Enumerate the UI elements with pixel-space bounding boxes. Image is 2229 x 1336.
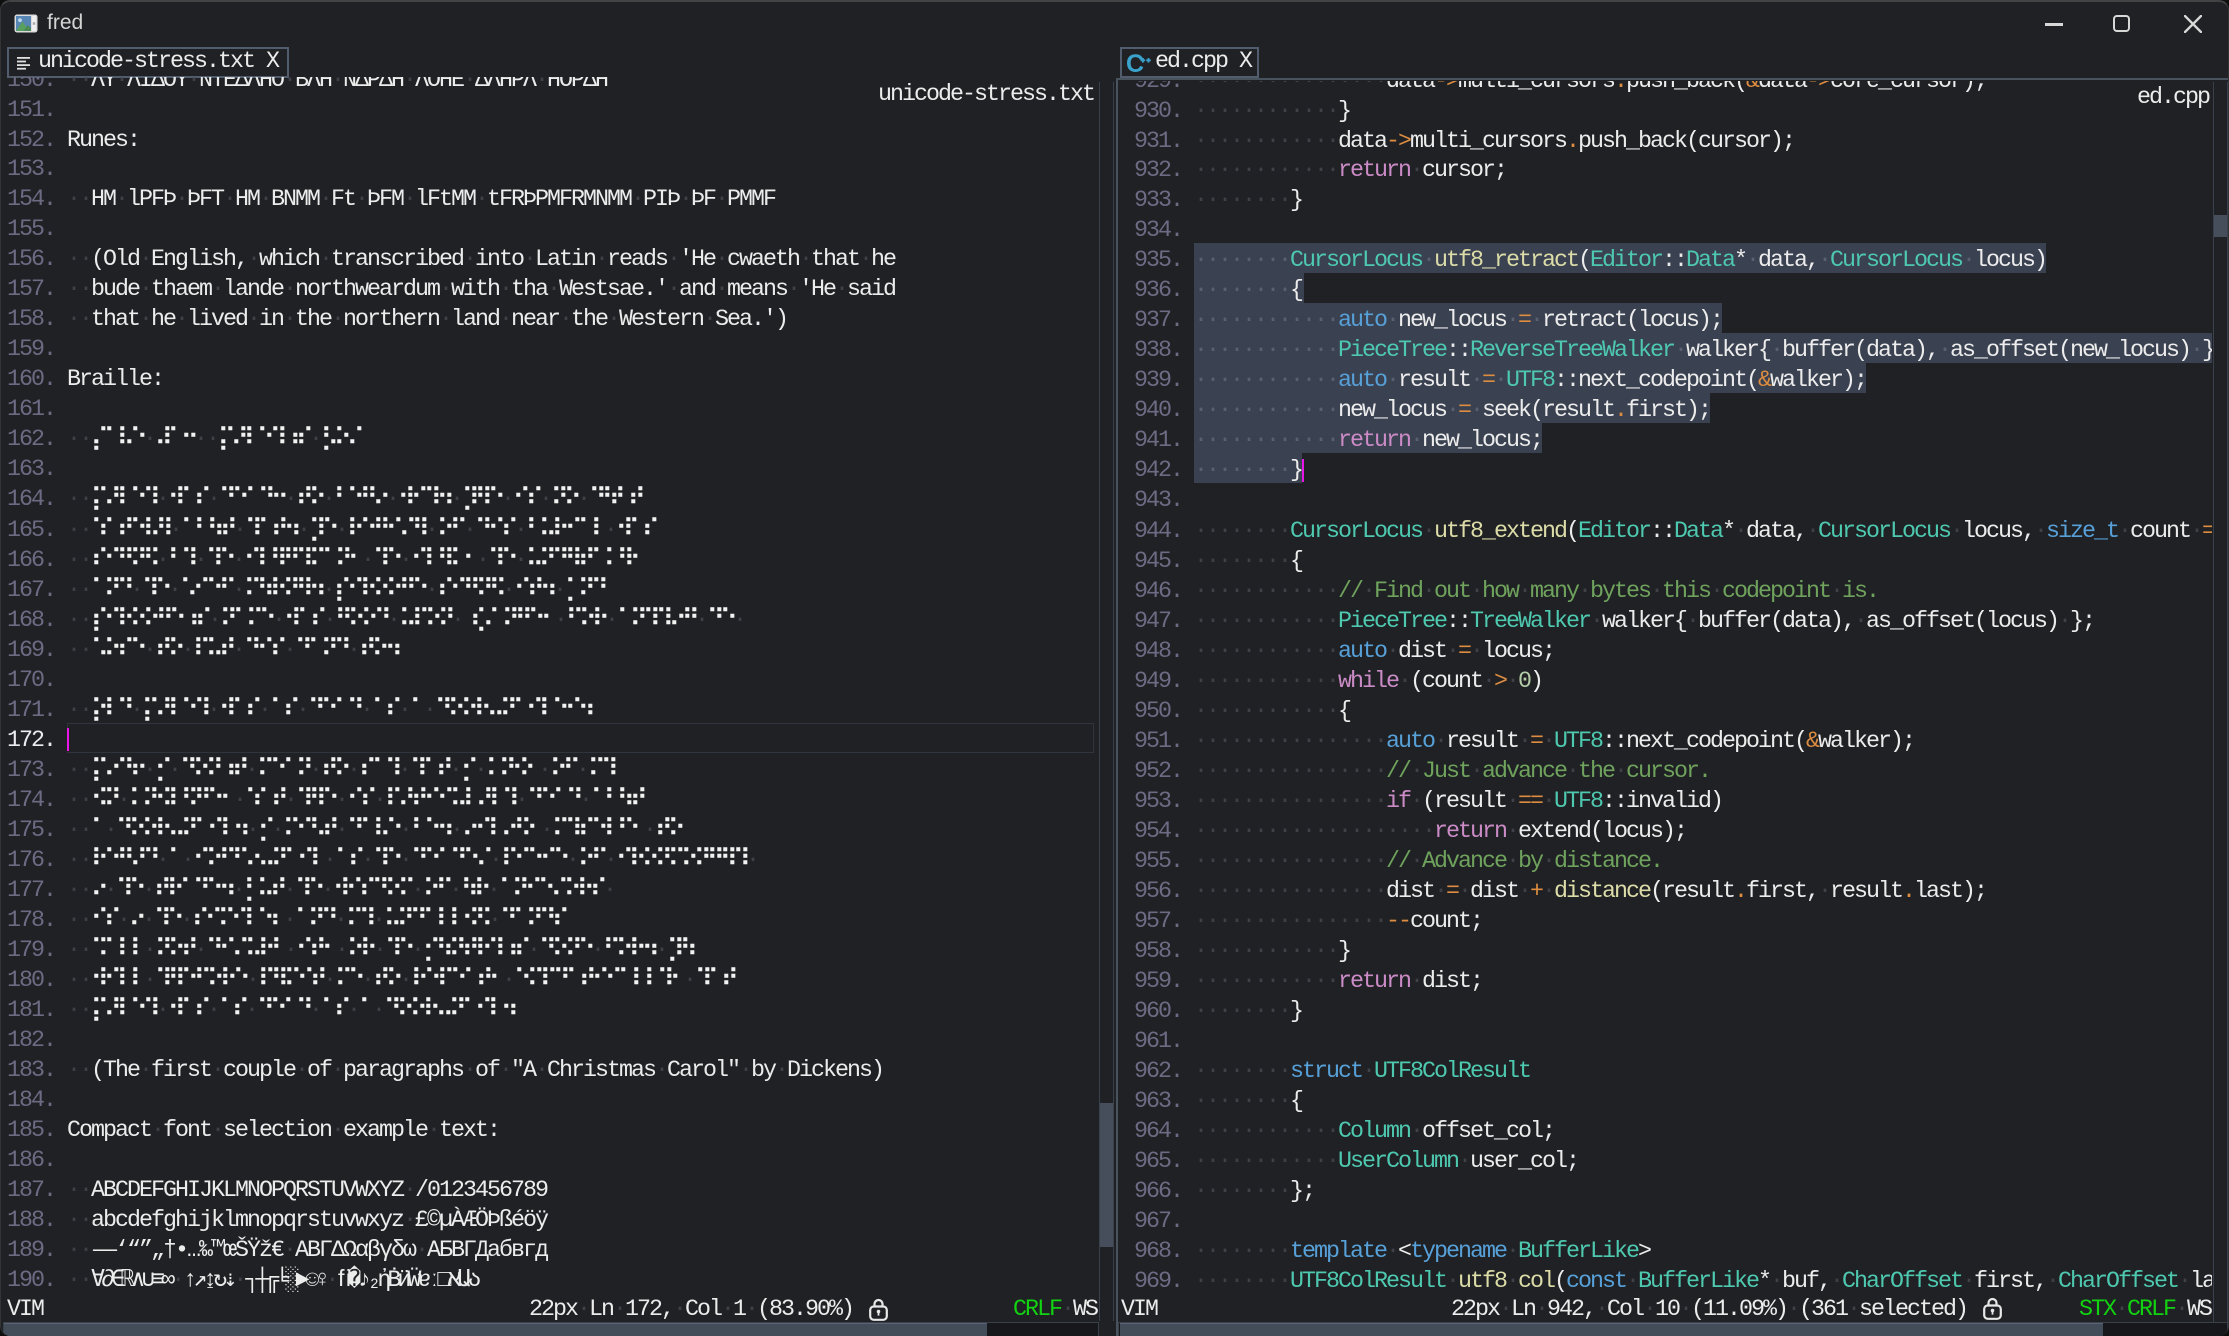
svg-text:C: C — [1126, 52, 1144, 76]
